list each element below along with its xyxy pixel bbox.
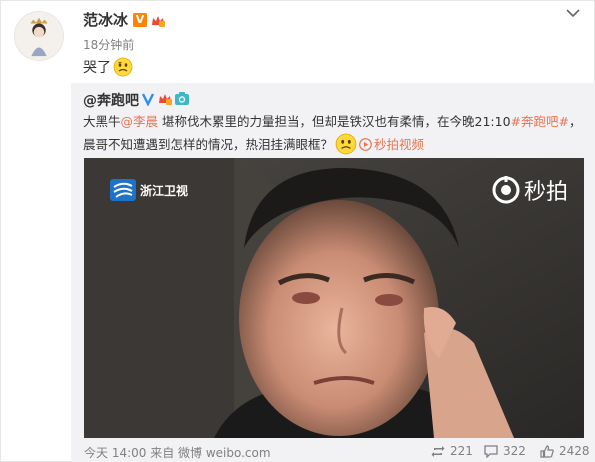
repost-icon — [431, 445, 445, 457]
weibo-card: 范冰冰 V 18分钟前 哭了 @奔跑吧 大黑牛@李晨 堪称伐木累里的力量担当，但… — [0, 0, 595, 462]
play-circle-icon — [359, 138, 372, 151]
avatar[interactable] — [14, 11, 64, 61]
reposted-weibo: @奔跑吧 大黑牛@李晨 堪称伐木累里的力量担当，但却是铁汉也有柔情，在今晚21:… — [71, 83, 595, 462]
comment-icon — [484, 444, 498, 458]
video-player[interactable]: 浙江卫视 秒拍 — [84, 158, 584, 438]
like-count: 2428 — [559, 444, 590, 458]
member-icon — [159, 94, 172, 105]
member-icon — [150, 13, 166, 28]
channel-logo-text: 浙江卫视 — [140, 183, 189, 198]
comment-button[interactable]: 322 — [484, 444, 526, 458]
repost-count: 221 — [450, 444, 473, 458]
comment-count: 322 — [503, 444, 526, 458]
watermark-text: 秒拍 — [523, 180, 568, 205]
repost-text: 大黑牛@李晨 堪称伐木累里的力量担当，但却是铁汉也有柔情，在今晚21:10#奔跑… — [83, 111, 588, 156]
thumbs-up-icon — [540, 444, 554, 458]
verified-icon: V — [133, 13, 147, 27]
sad-face-emoji-icon — [335, 133, 357, 155]
video-link[interactable]: 秒拍视频 — [357, 137, 424, 152]
like-button[interactable]: 2428 — [540, 444, 590, 458]
video-link-label: 秒拍视频 — [374, 137, 425, 152]
post-text: 哭了 — [83, 57, 133, 78]
hashtag-link[interactable]: #奔跑吧# — [511, 114, 569, 129]
chevron-down-icon[interactable] — [565, 7, 581, 19]
post-text-content: 哭了 — [83, 60, 111, 76]
repost-footer: 今天 14:00 来自 微博 weibo.com 221 322 2428 — [84, 444, 590, 461]
camera-icon — [175, 92, 189, 105]
sad-face-emoji-icon — [113, 57, 133, 77]
mention-link[interactable]: @李晨 — [121, 114, 159, 129]
author-name[interactable]: 范冰冰 — [83, 11, 128, 29]
miaopai-watermark: 秒拍 — [492, 174, 568, 206]
miaopai-logo-icon — [492, 176, 520, 204]
post-source[interactable]: 今天 14:00 来自 微博 weibo.com — [84, 444, 271, 461]
repost-button[interactable]: 221 — [431, 444, 473, 458]
repost-author[interactable]: @奔跑吧 — [83, 90, 139, 110]
repost-text-part2: 堪称伐木累里的力量担当，但却是铁汉也有柔情，在今晚21:10 — [158, 114, 511, 129]
post-time[interactable]: 18分钟前 — [83, 36, 134, 53]
repost-text-part1: 大黑牛 — [83, 114, 121, 129]
zhejiang-tv-logo-icon — [110, 179, 136, 201]
channel-logo: 浙江卫视 — [110, 176, 188, 204]
verified-blue-icon — [141, 93, 155, 106]
